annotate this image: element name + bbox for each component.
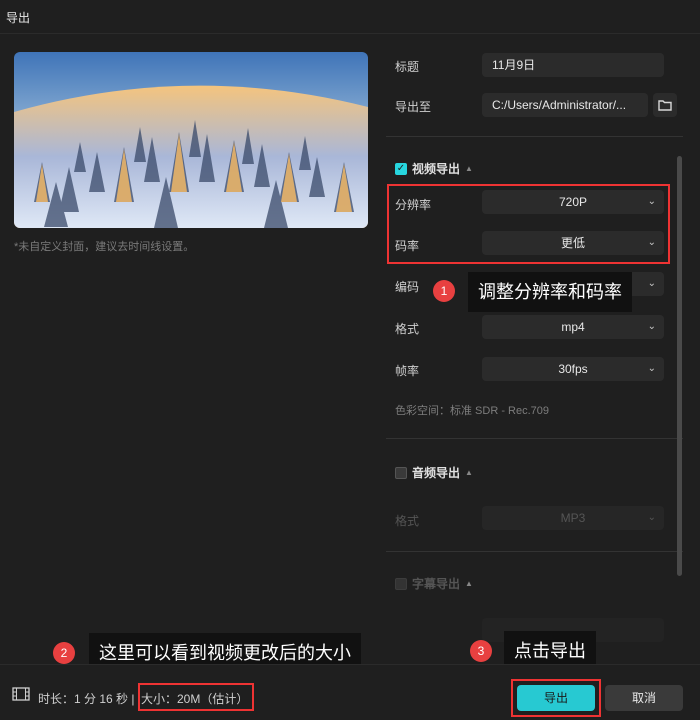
format-select[interactable]: mp4 ⌄ — [482, 315, 664, 339]
title-label: 标题 — [395, 60, 420, 74]
video-export-checkbox[interactable]: ✓ — [395, 162, 407, 175]
audio-format-label: 格式 — [395, 514, 420, 528]
cancel-button[interactable]: 取消 — [605, 685, 683, 711]
step-badge-3: 3 — [470, 640, 492, 662]
duration-text: 时长：1 分 16 秒 | — [38, 692, 135, 706]
fps-value: 30fps — [558, 362, 588, 376]
chevron-down-icon: ⌄ — [647, 512, 656, 523]
fps-label: 帧率 — [395, 364, 420, 378]
audio-export-toggle[interactable]: 音频导出 ▲ — [395, 464, 473, 481]
snowy-forest-image — [14, 52, 368, 228]
step-badge-2: 2 — [53, 642, 75, 664]
cover-image — [14, 52, 368, 228]
format-value: mp4 — [561, 320, 585, 334]
chevron-down-icon: ⌄ — [647, 278, 656, 289]
subtitle-export-label: 字幕导出 — [412, 577, 461, 591]
export-path-field[interactable]: C:/Users/Administrator/... — [482, 93, 648, 117]
window-title: 导出 — [6, 11, 31, 25]
divider — [386, 136, 683, 137]
titlebar: 导出 — [0, 0, 700, 34]
audio-export-label: 音频导出 — [412, 466, 461, 480]
folder-icon — [658, 100, 672, 111]
settings-panel: 标题 11月9日 导出至 C:/Users/Administrator/... … — [386, 34, 700, 664]
chevron-down-icon: ⌄ — [647, 321, 656, 332]
subtitle-export-toggle[interactable]: 字幕导出 ▲ — [395, 575, 473, 592]
highlight-export-button — [511, 679, 601, 717]
divider — [386, 551, 683, 552]
collapse-caret-icon[interactable]: ▲ — [465, 164, 473, 173]
audio-format-value: MP3 — [560, 511, 586, 525]
collapse-caret-icon[interactable]: ▲ — [465, 468, 473, 477]
cover-note: *未自定义封面，建议去时间线设置。 — [14, 241, 195, 253]
export-to-label: 导出至 — [395, 100, 432, 114]
highlight-resolution-bitrate — [387, 184, 670, 264]
video-export-label: 视频导出 — [412, 162, 461, 176]
colorspace-text: 色彩空间：标准 SDR - Rec.709 — [395, 405, 550, 417]
video-export-toggle[interactable]: ✓ 视频导出 ▲ — [395, 160, 473, 177]
scrollbar[interactable] — [677, 156, 682, 576]
codec-label: 编码 — [395, 280, 420, 294]
callout-1: 调整分辨率和码率 — [468, 272, 632, 312]
chevron-down-icon: ⌄ — [647, 363, 656, 374]
divider — [386, 438, 683, 439]
collapse-caret-icon[interactable]: ▲ — [465, 579, 473, 588]
subtitle-export-checkbox[interactable] — [395, 577, 407, 590]
step-badge-1: 1 — [433, 280, 455, 302]
audio-export-checkbox[interactable] — [395, 466, 407, 479]
format-label: 格式 — [395, 322, 420, 336]
fps-select[interactable]: 30fps ⌄ — [482, 357, 664, 381]
audio-format-select: MP3 ⌄ — [482, 506, 664, 530]
film-icon — [12, 687, 30, 701]
title-input[interactable]: 11月9日 — [482, 53, 664, 77]
folder-button[interactable] — [653, 93, 677, 117]
highlight-size — [138, 683, 254, 711]
